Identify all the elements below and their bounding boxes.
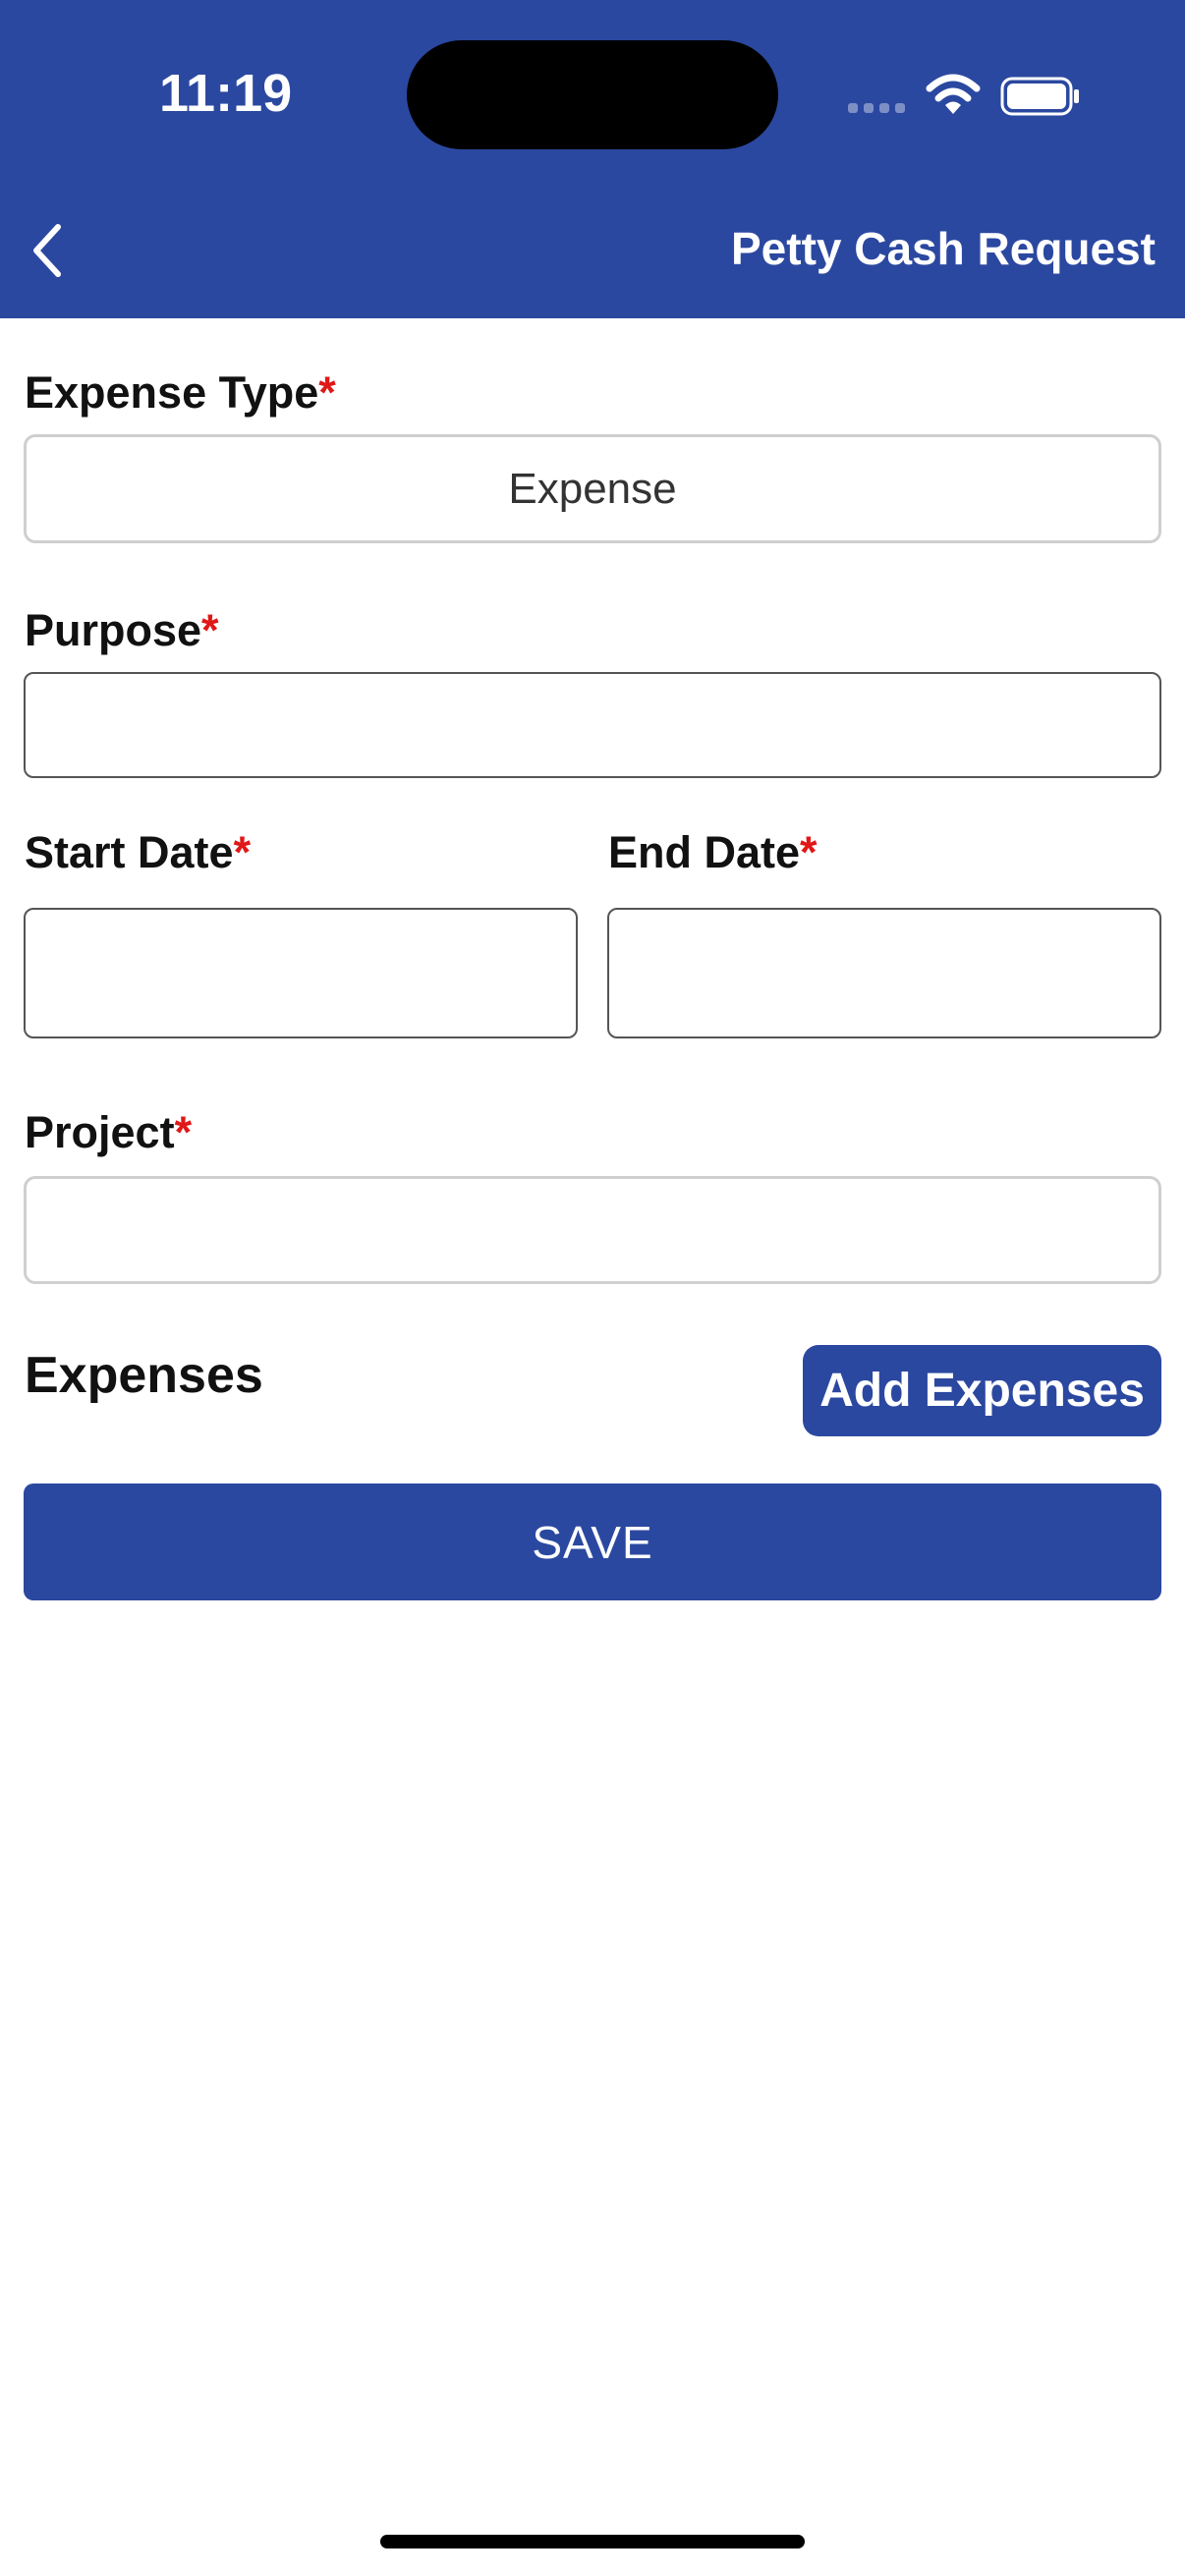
- wifi-icon: [926, 74, 981, 114]
- page-title: Petty Cash Request: [730, 223, 1156, 274]
- expense-type-value: Expense: [508, 464, 677, 513]
- start-date-value: [26, 910, 576, 1036]
- expense-type-select[interactable]: Expense: [24, 434, 1161, 543]
- required-mark: *: [174, 1107, 193, 1157]
- project-value: [27, 1179, 1158, 1281]
- status-time: 11:19: [159, 64, 293, 123]
- home-indicator: [380, 2535, 805, 2548]
- start-date-label: Start Date*: [25, 827, 251, 878]
- start-date-input[interactable]: [24, 908, 578, 1038]
- purpose-label: Purpose*: [25, 605, 219, 656]
- back-button[interactable]: [20, 216, 75, 285]
- start-date-label-text: Start Date: [25, 827, 234, 877]
- project-select[interactable]: [24, 1176, 1161, 1284]
- battery-icon: [1000, 77, 1079, 116]
- dynamic-island: [407, 40, 778, 149]
- end-date-label: End Date*: [608, 827, 818, 878]
- end-date-value: [609, 910, 1159, 1036]
- required-mark: *: [201, 605, 219, 655]
- save-button[interactable]: SAVE: [24, 1484, 1161, 1600]
- add-expenses-button[interactable]: Add Expenses: [803, 1345, 1161, 1436]
- expense-type-label: Expense Type*: [25, 367, 336, 419]
- cellular-signal-icon: [848, 103, 905, 113]
- purpose-label-text: Purpose: [25, 605, 202, 655]
- expense-type-label-text: Expense Type: [25, 367, 319, 418]
- required-mark: *: [233, 827, 252, 877]
- project-label-text: Project: [25, 1107, 175, 1157]
- required-mark: *: [318, 367, 336, 418]
- required-mark: *: [800, 827, 818, 877]
- app-header: 11:19 Petty Cash Request: [0, 0, 1185, 318]
- end-date-input[interactable]: [607, 908, 1161, 1038]
- end-date-label-text: End Date: [608, 827, 801, 877]
- purpose-value: [26, 674, 1159, 776]
- chevron-left-icon: [33, 224, 61, 277]
- expenses-heading: Expenses: [25, 1347, 263, 1404]
- purpose-input[interactable]: [24, 672, 1161, 778]
- project-label: Project*: [25, 1107, 192, 1158]
